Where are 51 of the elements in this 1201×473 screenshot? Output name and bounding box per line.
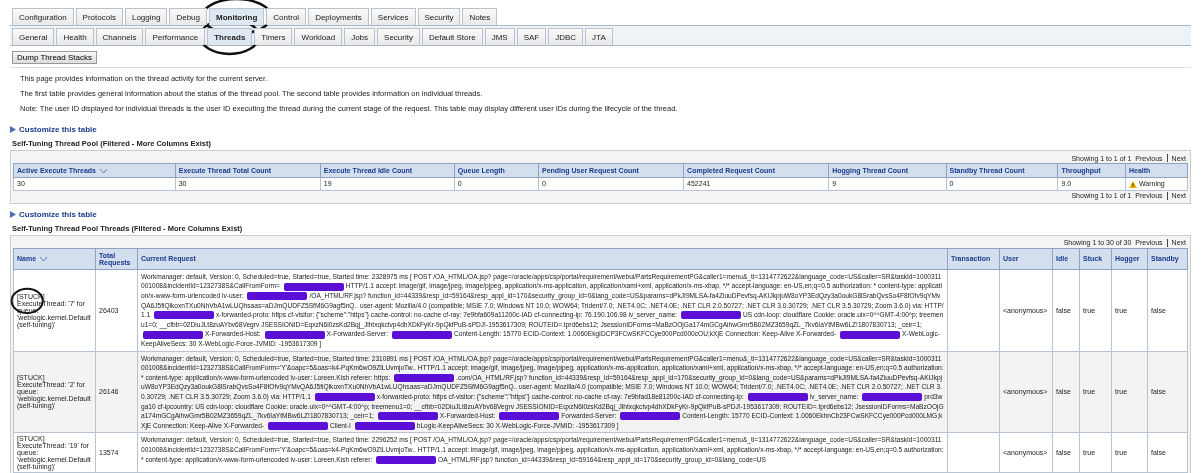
table-cell: [947, 432, 1000, 473]
tab[interactable]: Security: [417, 8, 461, 25]
warning-icon: [1128, 180, 1137, 188]
tab[interactable]: Monitoring: [209, 8, 265, 25]
redaction-mark: [391, 330, 452, 339]
redaction-mark: [264, 330, 325, 339]
redaction-mark: [376, 455, 437, 464]
customize-table-link[interactable]: Customize this table: [10, 209, 97, 219]
tab[interactable]: Default Store: [421, 28, 483, 45]
tab[interactable]: Workload: [294, 28, 343, 45]
expand-icon[interactable]: [10, 126, 16, 133]
tab[interactable]: Security: [377, 28, 420, 45]
expand-icon[interactable]: [10, 210, 16, 218]
tab[interactable]: Channels: [95, 28, 144, 45]
tab[interactable]: Threads: [207, 28, 253, 45]
sort-icon[interactable]: [99, 168, 108, 175]
tab[interactable]: Notes: [462, 8, 498, 25]
tab[interactable]: Logging: [124, 8, 168, 25]
tab[interactable]: General: [12, 28, 55, 45]
redaction-mark: [499, 412, 560, 421]
redaction-mark: [154, 311, 214, 320]
redaction-mark: [143, 330, 203, 339]
redaction-mark: [268, 421, 328, 430]
tab[interactable]: Services: [370, 8, 416, 25]
redaction-mark: [747, 393, 808, 402]
redaction-mark: [681, 311, 741, 320]
sort-icon[interactable]: [39, 256, 49, 263]
redaction-mark: [620, 412, 681, 421]
tab[interactable]: JDBC: [548, 28, 584, 45]
tab[interactable]: Deployments: [308, 8, 369, 25]
tab[interactable]: JMS: [484, 28, 515, 45]
redaction-mark: [283, 282, 344, 291]
tab[interactable]: Jobs: [344, 28, 376, 45]
tab[interactable]: Protocols: [75, 8, 123, 25]
redaction-mark: [354, 421, 415, 430]
redaction-mark: [377, 412, 438, 421]
tab[interactable]: Debug: [169, 8, 207, 25]
tab[interactable]: Timers: [254, 28, 293, 45]
tab[interactable]: Control: [266, 8, 307, 25]
tab[interactable]: Performance: [145, 28, 206, 45]
tab[interactable]: Health: [56, 28, 94, 45]
dump-thread-stacks-button[interactable]: Dump Thread Stacks: [12, 51, 97, 64]
tab[interactable]: Configuration: [12, 8, 74, 25]
redaction-mark: [247, 292, 308, 301]
tab[interactable]: JTA: [585, 28, 613, 45]
redaction-mark: [862, 393, 923, 402]
redaction-mark: [314, 393, 375, 402]
redaction-mark: [840, 330, 901, 339]
redaction-mark: [394, 374, 455, 382]
customize-table-link[interactable]: Customize this table: [10, 125, 97, 134]
tab[interactable]: SAF: [516, 28, 547, 45]
